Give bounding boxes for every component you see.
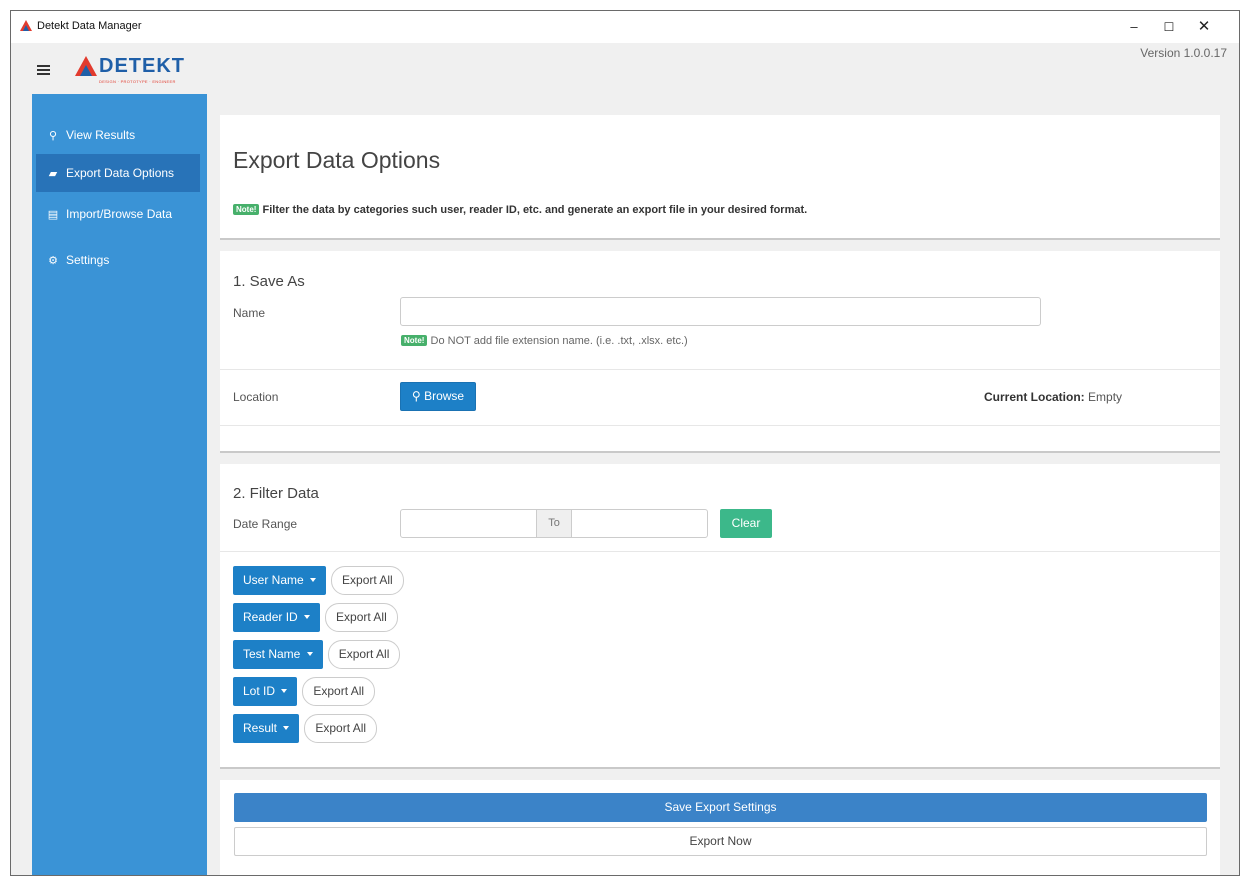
- date-from-input[interactable]: [400, 509, 537, 538]
- sidebar-item-label: View Results: [66, 128, 136, 142]
- date-to-input[interactable]: [571, 509, 708, 538]
- export-all-button[interactable]: Export All: [304, 714, 378, 743]
- minimize-button[interactable]: –: [1119, 15, 1149, 39]
- date-to-addon: To: [536, 509, 572, 538]
- name-input[interactable]: [400, 297, 1041, 326]
- export-now-button[interactable]: Export Now: [234, 827, 1207, 856]
- search-icon: ⚲: [411, 389, 421, 403]
- filter-data-title: 2. Filter Data: [233, 485, 319, 502]
- page-header-card: Export Data Options Note! Filter the dat…: [220, 115, 1220, 240]
- app-logo-icon: [20, 20, 32, 31]
- logo-wordmark: DETEKT: [99, 55, 185, 77]
- maximize-button[interactable]: ☐: [1154, 15, 1184, 39]
- current-location-label: Current Location:: [984, 390, 1085, 404]
- divider: [220, 551, 1220, 552]
- dropdown-label: Lot ID: [243, 684, 276, 698]
- caret-down-icon: [283, 726, 290, 730]
- save-as-title: 1. Save As: [233, 273, 305, 290]
- lot-id-dropdown[interactable]: Lot ID: [233, 677, 298, 706]
- window-title: Detekt Data Manager: [37, 20, 142, 32]
- current-location-value: Empty: [1088, 390, 1123, 404]
- gear-icon: ⚙: [48, 255, 58, 267]
- logo-triangle-icon: [75, 56, 97, 76]
- filter-row-user-name: User Name Export All: [233, 566, 404, 595]
- filter-row-result: Result Export All: [233, 714, 378, 743]
- close-button[interactable]: ✕: [1189, 15, 1219, 39]
- hamburger-menu-icon[interactable]: [37, 65, 50, 75]
- dropdown-label: User Name: [243, 573, 304, 587]
- title-bar: Detekt Data Manager – ☐ ✕: [11, 11, 1239, 43]
- export-all-button[interactable]: Export All: [302, 677, 376, 706]
- divider: [220, 425, 1220, 426]
- export-all-button[interactable]: Export All: [331, 566, 404, 595]
- note-text: Filter the data by categories such user,…: [262, 204, 808, 216]
- dropdown-label: Result: [243, 721, 278, 735]
- result-dropdown[interactable]: Result: [233, 714, 300, 743]
- version-label: Version 1.0.0.17: [1140, 46, 1227, 60]
- export-all-button[interactable]: Export All: [327, 640, 401, 669]
- clear-button[interactable]: Clear: [720, 509, 772, 538]
- location-label: Location: [233, 390, 279, 404]
- caret-down-icon: [310, 578, 317, 582]
- browse-button[interactable]: ⚲ Browse: [400, 382, 476, 411]
- sidebar-item-view-results[interactable]: ⚲ View Results: [36, 116, 200, 154]
- sidebar-item-import-browse-data[interactable]: ▤ Import/Browse Data: [36, 195, 200, 233]
- search-icon: ⚲: [48, 130, 58, 142]
- save-as-card: 1. Save As Name Note! Do NOT add file ex…: [220, 251, 1220, 453]
- note-badge: Note!: [233, 204, 260, 215]
- name-help: Note! Do NOT add file extension name. (i…: [401, 335, 688, 347]
- note-badge: Note!: [401, 335, 428, 346]
- app-window: Detekt Data Manager – ☐ ✕ DETEKT DESIGN …: [10, 10, 1240, 876]
- divider: [220, 369, 1220, 370]
- actions-card: Save Export Settings Export Now: [220, 780, 1220, 875]
- user-name-dropdown[interactable]: User Name: [233, 566, 327, 595]
- help-text: Do NOT add file extension name. (i.e. .t…: [430, 335, 688, 347]
- page-note: Note! Filter the data by categories such…: [233, 204, 807, 216]
- book-icon: ▰: [48, 168, 58, 180]
- dropdown-label: Reader ID: [243, 610, 298, 624]
- sidebar-item-settings[interactable]: ⚙ Settings: [36, 241, 200, 279]
- filter-row-test-name: Test Name Export All: [233, 640, 401, 669]
- sidebar: ⚲ View Results ▰ Export Data Options ▤ Impo…: [32, 94, 207, 875]
- app-header: DETEKT DESIGN · PROTOTYPE · ENGINEER Ver…: [11, 43, 1239, 94]
- save-export-settings-button[interactable]: Save Export Settings: [234, 793, 1207, 822]
- reader-id-dropdown[interactable]: Reader ID: [233, 603, 321, 632]
- sidebar-item-export-data-options[interactable]: ▰ Export Data Options: [36, 154, 200, 192]
- dropdown-label: Test Name: [243, 647, 301, 661]
- caret-down-icon: [304, 615, 311, 619]
- caret-down-icon: [281, 689, 288, 693]
- filter-data-card: 2. Filter Data Date Range To Clear User …: [220, 464, 1220, 769]
- sidebar-item-label: Export Data Options: [66, 166, 175, 180]
- test-name-dropdown[interactable]: Test Name: [233, 640, 323, 669]
- database-icon: ▤: [47, 209, 59, 221]
- detekt-logo: DETEKT DESIGN · PROTOTYPE · ENGINEER: [75, 53, 215, 89]
- logo-tagline: DESIGN · PROTOTYPE · ENGINEER: [99, 79, 176, 84]
- filter-row-lot-id: Lot ID Export All: [233, 677, 376, 706]
- name-label: Name: [233, 306, 266, 320]
- filter-row-reader-id: Reader ID Export All: [233, 603, 398, 632]
- date-range-label: Date Range: [233, 517, 298, 531]
- caret-down-icon: [306, 652, 313, 656]
- sidebar-item-label: Import/Browse Data: [66, 207, 173, 221]
- export-all-button[interactable]: Export All: [325, 603, 398, 632]
- browse-label: Browse: [424, 389, 465, 403]
- current-location: Current Location: Empty: [984, 390, 1122, 404]
- sidebar-item-label: Settings: [66, 253, 110, 267]
- page-title: Export Data Options: [233, 147, 441, 173]
